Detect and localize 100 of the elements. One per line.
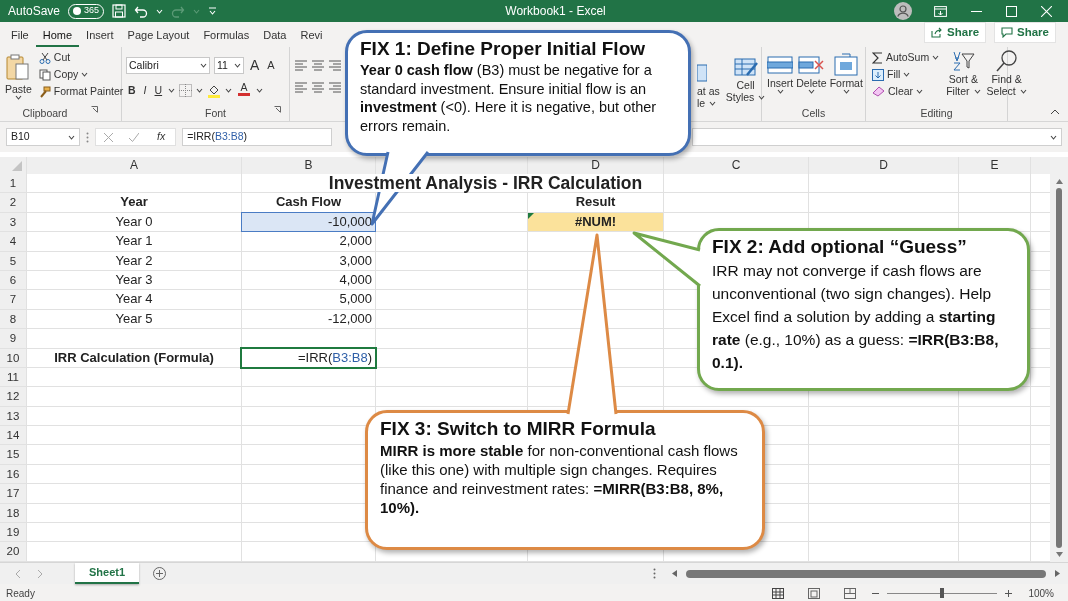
- zoom-level[interactable]: 100%: [1028, 585, 1054, 601]
- table-cell: Year 1: [115, 233, 153, 249]
- table-cell: IRR Calculation (Formula): [54, 349, 214, 365]
- cell-action-button[interactable]: Insert: [766, 53, 795, 94]
- cell-action-button[interactable]: Format: [828, 53, 864, 94]
- table-cell: Year 0: [115, 213, 153, 229]
- name-box[interactable]: B10: [6, 128, 80, 146]
- clear-button[interactable]: Clear: [870, 83, 942, 100]
- row-header[interactable]: 2: [0, 193, 26, 212]
- sort-filter-button[interactable]: Sort & Filter: [945, 49, 982, 97]
- scroll-thumb[interactable]: [1056, 188, 1062, 548]
- dialog-launcher-icon[interactable]: [91, 106, 99, 113]
- row-header[interactable]: 14: [0, 426, 26, 445]
- ribbon-tab[interactable]: Page Layout: [120, 25, 197, 47]
- row-header[interactable]: 9: [0, 329, 26, 348]
- autosave-label: AutoSave: [8, 3, 61, 20]
- italic-button[interactable]: I: [141, 82, 149, 99]
- page-layout-view-icon[interactable]: [808, 587, 821, 599]
- scroll-down-icon[interactable]: [1055, 552, 1063, 557]
- maximize-icon[interactable]: [1006, 5, 1017, 17]
- collapse-ribbon-icon[interactable]: [1050, 109, 1060, 115]
- copy-icon: [38, 68, 51, 81]
- format-as-table-button[interactable]: at as le: [696, 55, 721, 121]
- autosum-button[interactable]: AutoSum: [870, 49, 942, 66]
- ribbon-tab[interactable]: Insert: [79, 25, 121, 47]
- callout-text: MIRR is more stable for non-conventional cash flows (like this one) with multiple sign changes. Requires finance and reinvestment rates: =MIRR(B3:B8, 8%, 10%).: [380, 441, 739, 517]
- copy-button[interactable]: Copy: [36, 66, 126, 83]
- dialog-launcher-icon[interactable]: [274, 106, 281, 113]
- group-label: Clipboard: [22, 106, 68, 121]
- row-header[interactable]: 4: [0, 232, 26, 251]
- insert-function-button[interactable]: fx: [155, 128, 168, 146]
- paintbrush-icon: [38, 85, 51, 98]
- paste-button[interactable]: Paste: [4, 53, 33, 100]
- shrink-font-button[interactable]: A: [265, 57, 277, 74]
- ribbon-tab[interactable]: Formulas: [196, 25, 257, 47]
- share-button[interactable]: Share: [924, 21, 987, 43]
- ribbon-tab[interactable]: Revi: [293, 25, 323, 47]
- font-color-button[interactable]: A: [236, 82, 253, 99]
- share-button[interactable]: Share: [994, 21, 1056, 43]
- fill-button[interactable]: Fill: [870, 66, 942, 83]
- callout-title: FIX 2: Add optional “Guess”: [712, 235, 968, 259]
- horizontal-scroll-thumb[interactable]: [686, 569, 1046, 578]
- save-icon[interactable]: [112, 4, 127, 18]
- group-label: Font: [205, 106, 226, 121]
- font-name-dropdown[interactable]: Calibri: [126, 57, 210, 74]
- ribbon-display-icon[interactable]: [934, 5, 947, 17]
- formula-input[interactable]: =IRR(B3:B8): [182, 128, 333, 146]
- caret-down-icon: [916, 89, 924, 94]
- group-label: Editing: [920, 107, 953, 119]
- column-header[interactable]: A: [27, 157, 241, 174]
- find-select-button[interactable]: Find & Select: [985, 49, 1028, 97]
- font-size-dropdown[interactable]: 11: [214, 57, 244, 74]
- column-header[interactable]: D: [809, 157, 958, 174]
- zoom-slider-thumb[interactable]: [940, 587, 945, 598]
- scroll-left-icon[interactable]: [672, 570, 677, 577]
- underline-button[interactable]: U: [152, 82, 165, 99]
- row-header[interactable]: 12: [0, 387, 26, 406]
- caret-down-icon: [807, 89, 815, 94]
- column-header[interactable]: C: [664, 157, 808, 174]
- fill-color-icon[interactable]: [207, 83, 222, 98]
- check-icon[interactable]: [129, 132, 139, 142]
- borders-icon[interactable]: [179, 84, 193, 97]
- row-header[interactable]: 19: [0, 523, 26, 542]
- close-icon[interactable]: [1041, 5, 1052, 17]
- insert-cells-icon: [767, 53, 794, 77]
- cell-action-button[interactable]: Delete: [795, 53, 828, 94]
- column-header[interactable]: B: [242, 157, 375, 174]
- customize-icon[interactable]: [208, 6, 218, 16]
- row-header[interactable]: 15: [0, 445, 26, 464]
- callout-text: Year 0 cash flow (B3) must be negative for a standard investment. Ensure initial flow is an investment (<0). Here it is negative, but other errors remain.: [360, 61, 658, 135]
- undo-icon[interactable]: [134, 4, 149, 18]
- more-options-icon[interactable]: [653, 568, 656, 579]
- zoom-in-icon[interactable]: [1005, 589, 1013, 597]
- scroll-up-icon[interactable]: [1055, 179, 1063, 184]
- column-header[interactable]: D: [528, 157, 663, 174]
- scroll-right-icon[interactable]: [1055, 570, 1060, 577]
- window-title: Workbook1 - Excel: [505, 4, 606, 18]
- row-header[interactable]: 1: [0, 174, 26, 193]
- row-header[interactable]: 20: [0, 542, 26, 561]
- add-sheet-icon[interactable]: [153, 567, 167, 580]
- normal-view-icon[interactable]: [772, 587, 785, 599]
- row-header[interactable]: 17: [0, 484, 26, 503]
- caret-down-icon: [14, 95, 22, 100]
- ribbon-tab[interactable]: Data: [256, 25, 294, 47]
- ribbon-tab[interactable]: File: [4, 25, 36, 47]
- format-painter-button[interactable]: Format Painter: [36, 83, 126, 100]
- cut-button[interactable]: Cut: [36, 49, 126, 66]
- formula-input-end[interactable]: [692, 128, 1062, 146]
- table-cell: 4,000: [339, 271, 372, 287]
- cell-styles-button[interactable]: Cell Styles: [724, 55, 767, 121]
- row-header[interactable]: 7: [0, 290, 26, 309]
- table-cell: Year 2: [115, 252, 153, 268]
- column-header[interactable]: E: [959, 157, 1030, 174]
- caret-down-icon: [1019, 88, 1027, 94]
- caret-down-icon: [903, 72, 911, 77]
- grow-font-button[interactable]: A: [248, 57, 262, 74]
- bold-button[interactable]: B: [126, 82, 138, 99]
- caret-down-icon: [973, 88, 981, 94]
- sheet-tab[interactable]: Sheet1: [75, 563, 140, 584]
- page-break-view-icon[interactable]: [844, 587, 857, 599]
